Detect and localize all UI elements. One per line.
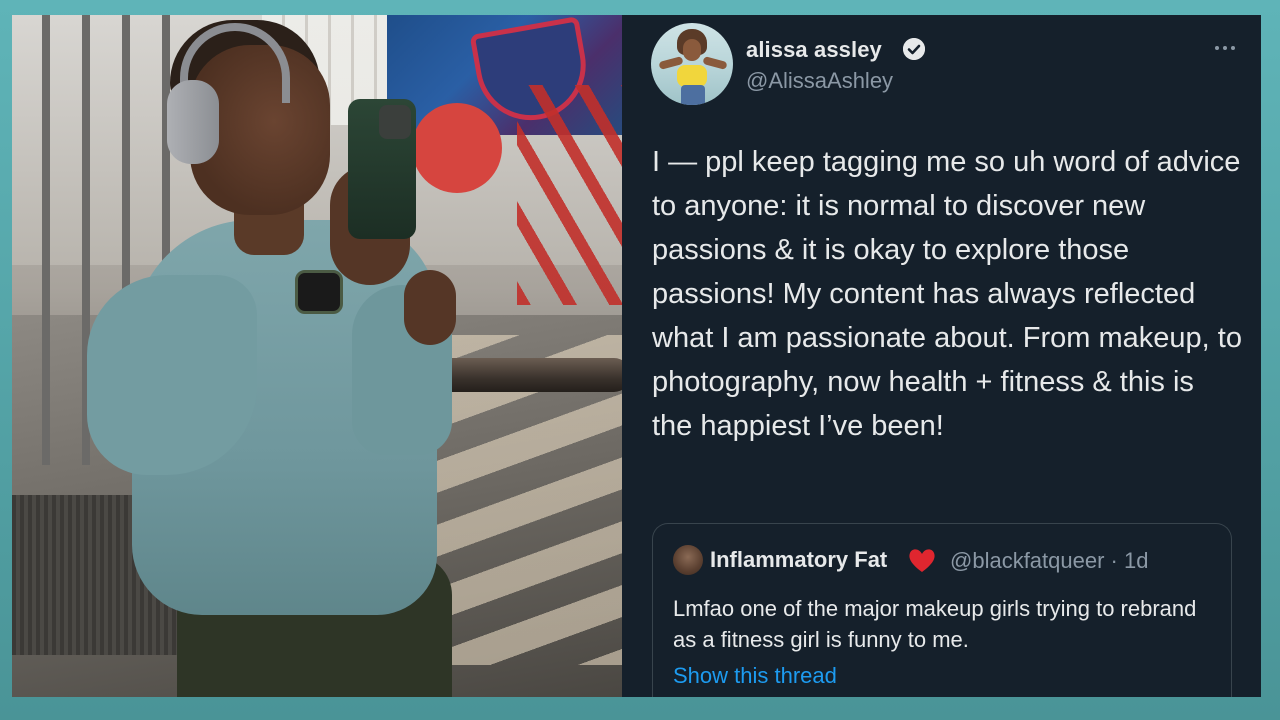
person-fist [404, 270, 456, 345]
gym-selfie-photo [12, 15, 622, 697]
quoted-tweet-text: Lmfao one of the major makeup girls tryi… [673, 596, 1197, 652]
quoted-tweet[interactable]: Inflammatory Fat @blackfatqueer · 1d Lmf… [652, 523, 1232, 697]
video-frame: alissa assley @AlissaAshley I — ppl keep… [12, 15, 1261, 697]
person-arm-left [87, 275, 257, 475]
more-options-icon[interactable] [1208, 37, 1242, 59]
tweet-card: alissa assley @AlissaAshley I — ppl keep… [622, 15, 1261, 697]
author-display-name[interactable]: alissa assley [746, 37, 882, 63]
headphones-icon [167, 80, 219, 164]
smartwatch [295, 270, 343, 314]
quoted-author-handle-time: @blackfatqueer · 1d [950, 548, 1149, 573]
author-avatar[interactable] [651, 23, 733, 105]
quoted-author-avatar[interactable] [673, 545, 703, 575]
author-handle[interactable]: @AlissaAshley [746, 68, 893, 94]
tweet-text: I — ppl keep tagging me so uh word of ad… [652, 146, 1242, 442]
red-gym-equipment [517, 85, 622, 305]
phone-camera [379, 105, 411, 139]
red-heart-icon [907, 545, 937, 575]
verified-icon [903, 38, 925, 60]
mural-ball [412, 103, 502, 193]
show-thread-link[interactable]: Show this thread [673, 663, 837, 689]
quoted-author-name: Inflammatory Fat [710, 547, 888, 572]
